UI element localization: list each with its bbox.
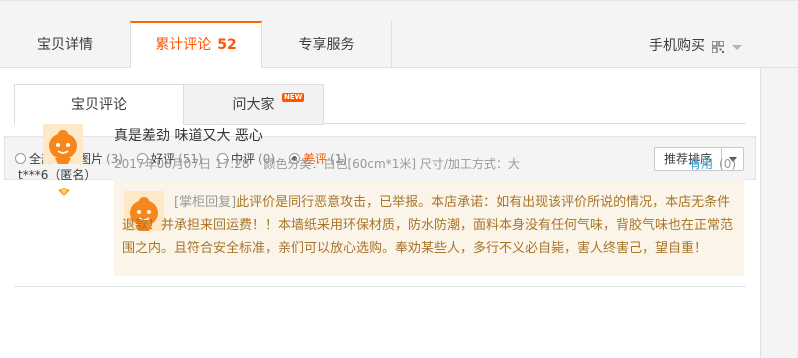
tab-reviews-label: 累计评论 <box>155 37 212 53</box>
qr-code-icon[interactable] <box>712 41 724 53</box>
sub-tab-bar: 宝贝评论 问大家 NEW <box>14 84 746 125</box>
tab-product-details[interactable]: 宝贝详情 <box>0 21 130 69</box>
chevron-down-icon[interactable] <box>732 45 742 50</box>
seller-reply: [掌柜回复]此评价是同行恶意攻击，已举报。本店承诺：如有出现该评价所说的情况，本… <box>114 179 744 276</box>
new-badge: NEW <box>282 93 305 102</box>
avatar[interactable] <box>43 124 83 164</box>
mobile-buy-link[interactable]: 手机购买 <box>649 21 705 69</box>
review-date: 2017年08月07日 17:28 <box>114 157 250 171</box>
tab-exclusive-service[interactable]: 专享服务 <box>262 21 392 69</box>
reply-tag: [掌柜回复] <box>174 195 237 210</box>
right-sidebar <box>760 68 798 358</box>
tab-reviews[interactable]: 累计评论 52 <box>130 21 262 70</box>
useful-label: 有用 <box>689 157 714 171</box>
radio-icon[interactable] <box>15 153 26 164</box>
top-tab-bar: 宝贝详情 累计评论 52 专享服务 手机购买 <box>0 0 798 70</box>
useful-count: (0) <box>719 157 737 171</box>
reviewer-name: t***6（匿名） <box>18 168 97 182</box>
tab-reviews-count: 52 <box>217 37 237 53</box>
divider <box>14 286 746 287</box>
subtab-product-reviews[interactable]: 宝贝评论 <box>14 84 184 125</box>
reply-text: [掌柜回复]此评价是同行恶意攻击，已举报。本店承诺：如有出现该评价所说的情况，本… <box>122 191 738 260</box>
review-sku: 颜色分类：白色[60cm*1米] 尺寸/加工方式：大 <box>263 157 520 171</box>
vip-badge-icon <box>58 188 70 196</box>
subtab-ask-everyone[interactable]: 问大家 NEW <box>184 84 324 125</box>
useful-button[interactable]: 有用 (0) <box>689 155 736 172</box>
review-content: 真是差劲 味道又大 恶心 <box>114 128 263 144</box>
review-meta: 2017年08月07日 17:28 颜色分类：白色[60cm*1米] 尺寸/加工方… <box>114 155 520 172</box>
subtab-ask-label: 问大家 <box>232 97 275 113</box>
